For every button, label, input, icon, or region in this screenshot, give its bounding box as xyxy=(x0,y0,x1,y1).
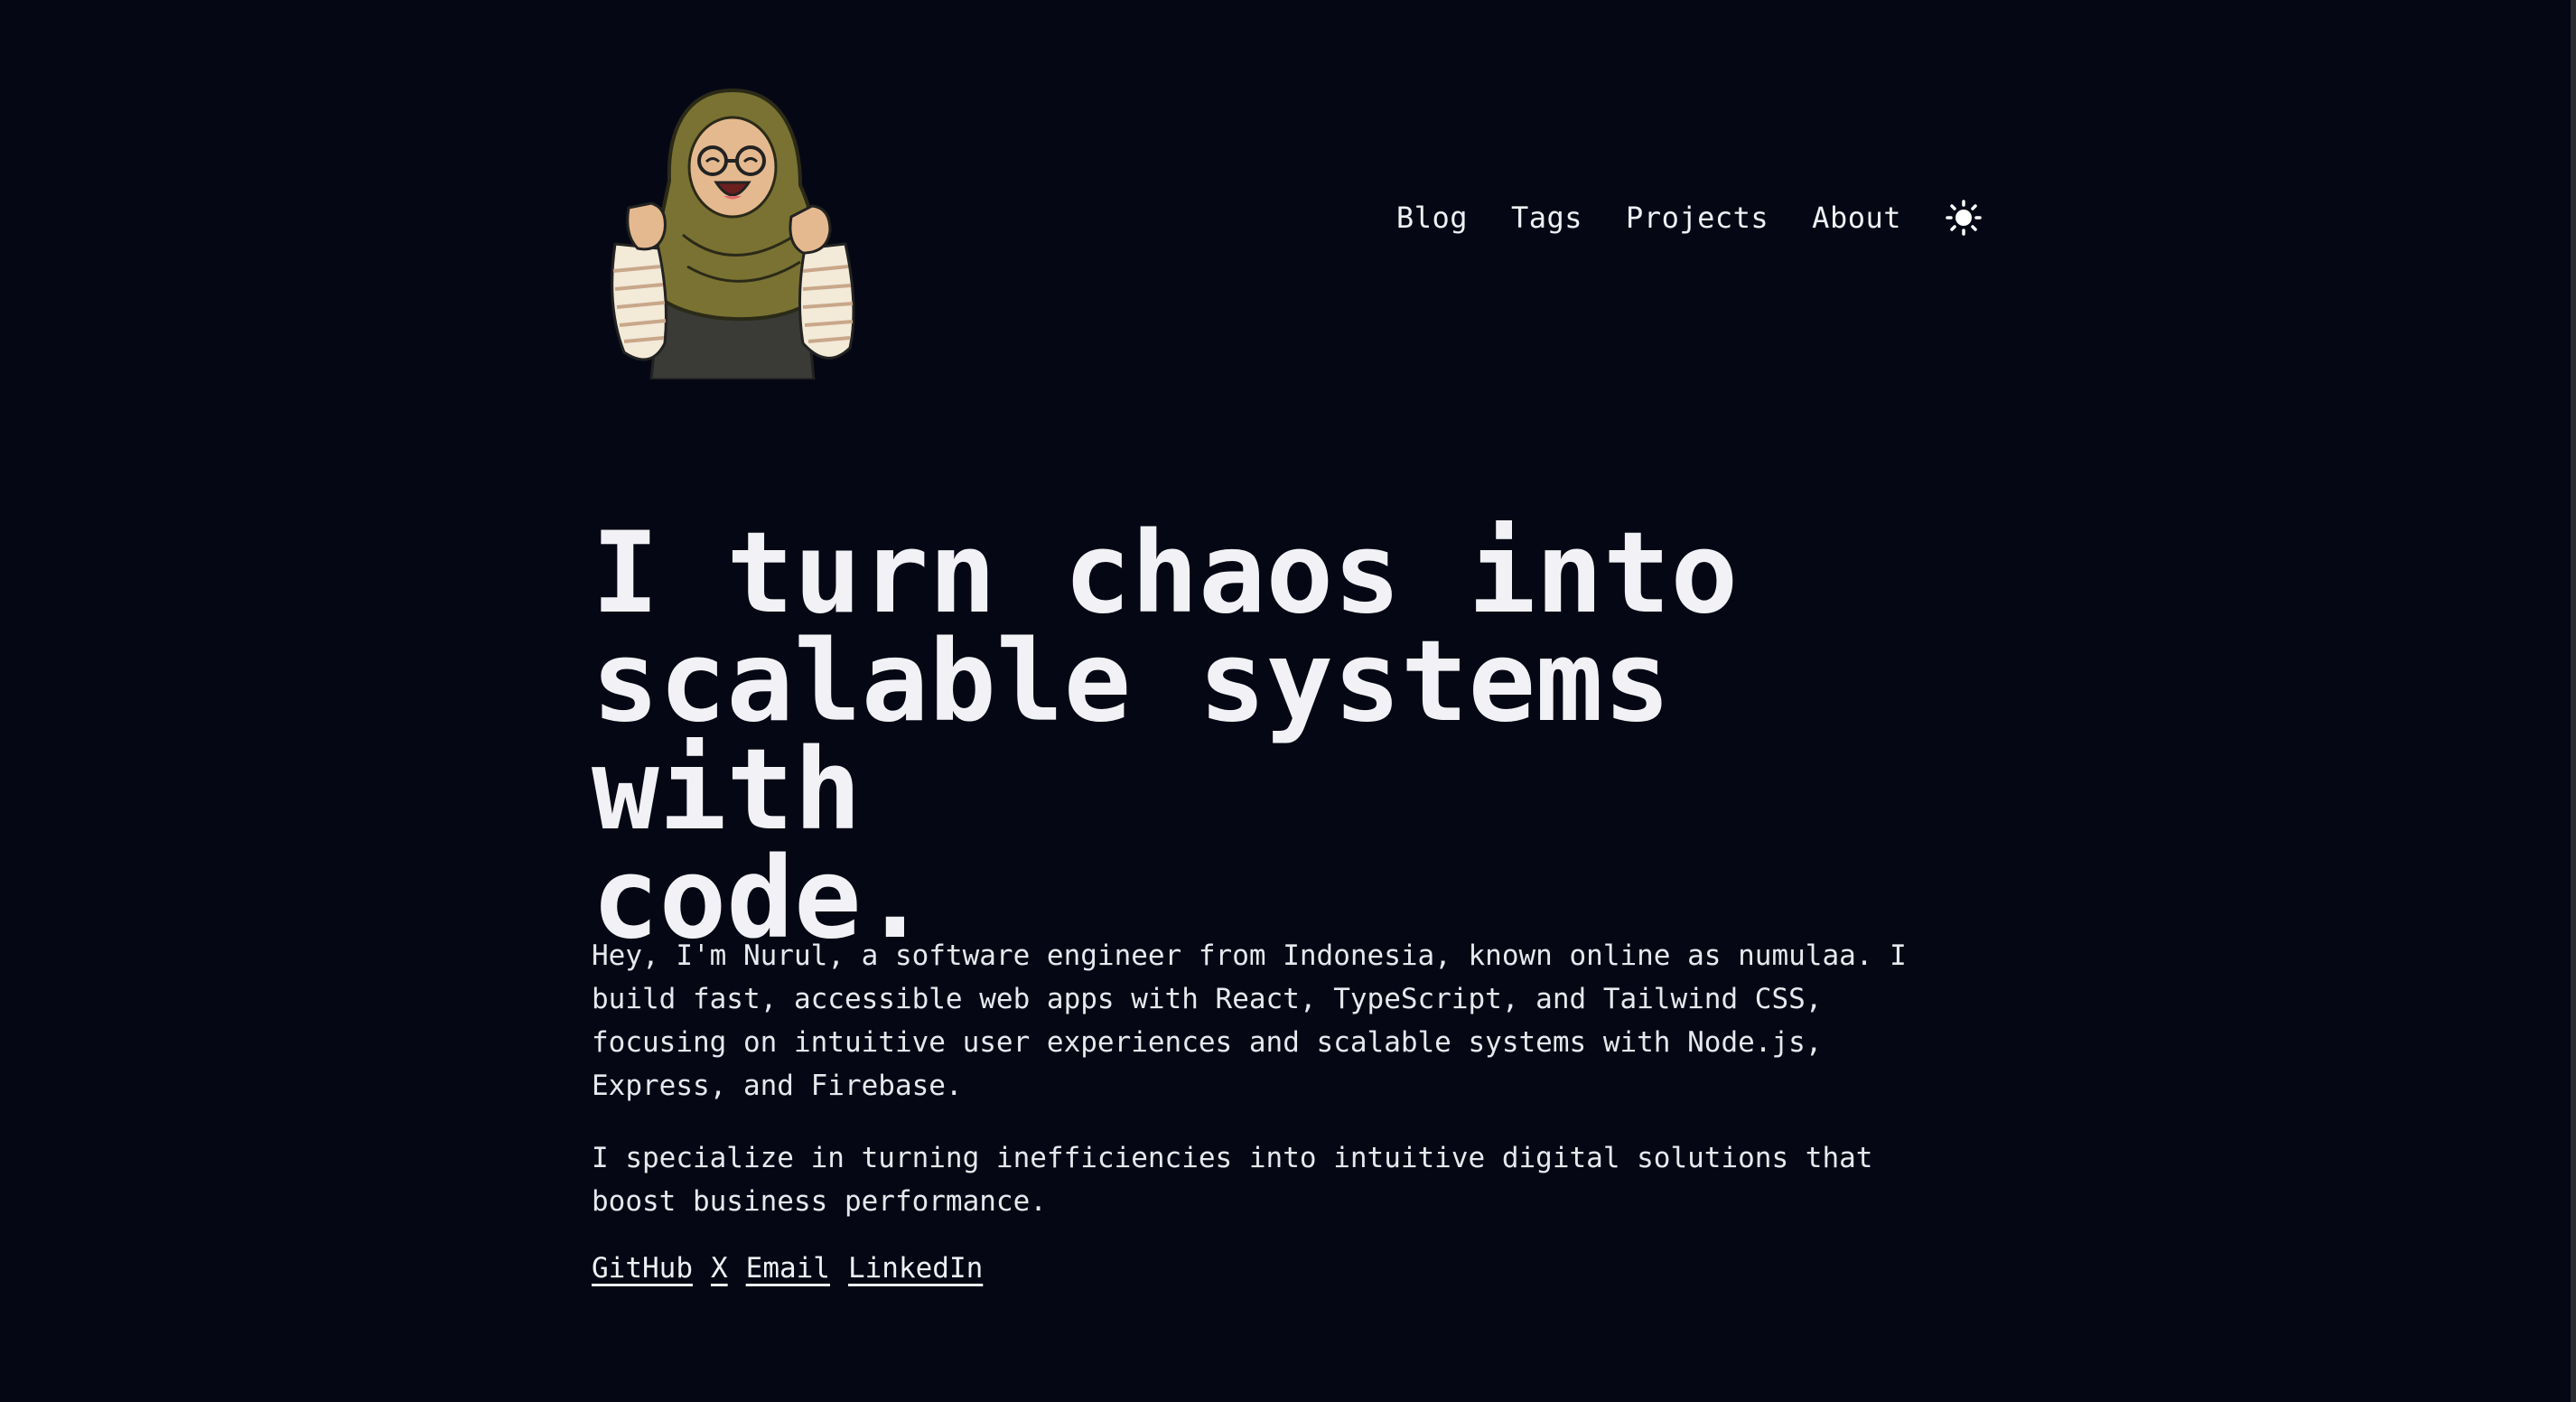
page-container: Blog Tags Projects About I turn chaos in… xyxy=(592,0,1983,1285)
bio-paragraph-specialty: I specialize in turning inefficiencies i… xyxy=(592,1136,1965,1223)
bio-line: build fast, accessible web apps with Rea… xyxy=(592,983,1823,1015)
headline-line: I turn chaos into xyxy=(592,509,1739,639)
theme-toggle-button[interactable] xyxy=(1945,199,1983,237)
github-link[interactable]: GitHub xyxy=(592,1252,693,1285)
bio-line: focusing on intuitive user experiences a… xyxy=(592,1026,1823,1059)
bio-line: boost business performance. xyxy=(592,1185,1047,1218)
hero-headline: I turn chaos into scalable systems with … xyxy=(592,509,1983,955)
bio-paragraph-intro: Hey, I'm Nurul, a software engineer from… xyxy=(592,934,1965,1108)
sun-icon xyxy=(1946,200,1982,236)
bio-section: Hey, I'm Nurul, a software engineer from… xyxy=(592,934,1965,1252)
main-nav: Blog Tags Projects About xyxy=(1396,199,1983,237)
nav-projects-link[interactable]: Projects xyxy=(1626,201,1769,235)
social-links: GitHub X Email LinkedIn xyxy=(592,1252,983,1285)
nav-tags-link[interactable]: Tags xyxy=(1511,201,1582,235)
bio-line: I specialize in turning inefficiencies i… xyxy=(592,1142,1873,1174)
linkedin-link[interactable]: LinkedIn xyxy=(848,1252,983,1285)
nav-about-link[interactable]: About xyxy=(1812,201,1901,235)
headline-line: scalable systems with xyxy=(592,617,1671,855)
bio-line: Express, and Firebase. xyxy=(592,1070,963,1102)
window-edge xyxy=(2571,0,2576,1402)
bio-line: Hey, I'm Nurul, a software engineer from… xyxy=(592,939,1907,972)
email-link[interactable]: Email xyxy=(746,1252,830,1285)
nav-blog-link[interactable]: Blog xyxy=(1396,201,1468,235)
x-link[interactable]: X xyxy=(711,1252,728,1285)
site-header: Blog Tags Projects About xyxy=(592,0,1983,397)
avatar-illustration[interactable] xyxy=(597,81,868,379)
